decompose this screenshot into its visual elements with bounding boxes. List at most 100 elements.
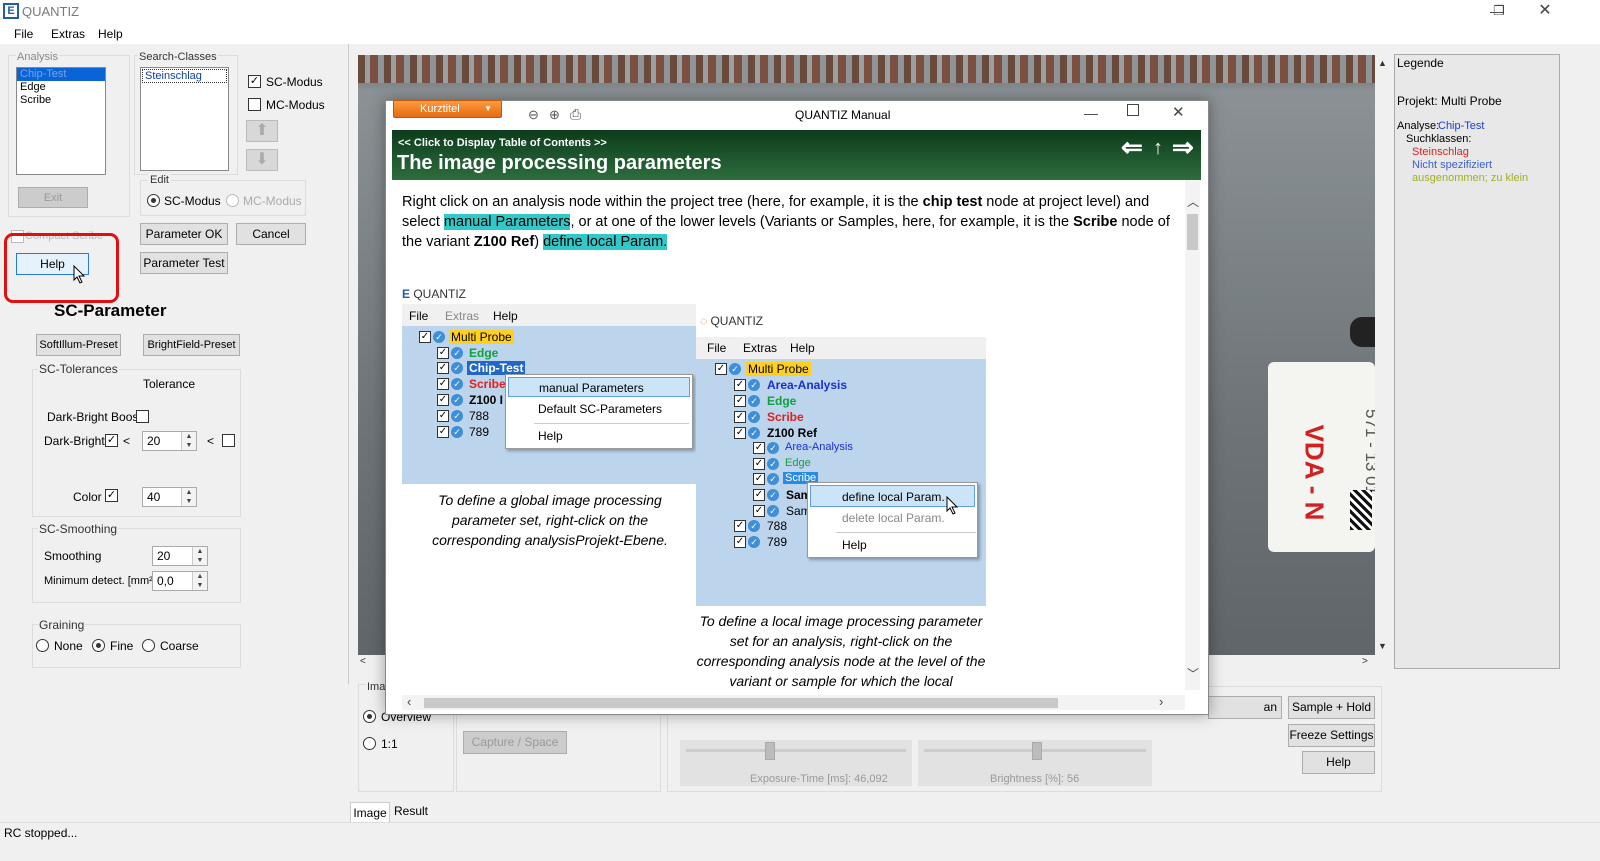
dark-bright-checkbox[interactable]: ✓ [105, 434, 118, 447]
exit-button[interactable]: Exit [18, 187, 88, 208]
scroll-down-icon[interactable]: ▼ [1378, 641, 1387, 651]
analysis-item-edge[interactable]: Edge [17, 81, 105, 94]
mc-modus-label: MC-Modus [266, 98, 325, 112]
edit-sc-radio[interactable] [147, 194, 160, 207]
shot2-caption: To define a local image processing param… [696, 613, 986, 689]
legend-analyse-label: Analyse: [1397, 120, 1440, 132]
brightness-slider-thumb[interactable] [1032, 742, 1042, 760]
manual-vscroll-thumb[interactable] [1187, 214, 1198, 250]
color-spinner[interactable]: 40 [142, 487, 197, 507]
nav-next-icon[interactable]: ⇒ [1172, 134, 1194, 160]
search-classes-list[interactable]: Steinschlag [140, 67, 229, 171]
move-down-button[interactable]: ⬇ [246, 149, 278, 171]
shot1-app-icon: E [402, 287, 414, 301]
shot2-tree-status-icon: ✓ [767, 505, 779, 517]
move-up-button[interactable]: ⬆ [246, 120, 278, 142]
manual-minimize-icon[interactable]: — [1084, 105, 1098, 121]
one-to-one-radio[interactable] [363, 737, 376, 750]
manual-hscroll-thumb[interactable] [424, 698, 1058, 708]
window-titlebar [0, 0, 1600, 22]
manual-maximize-icon[interactable] [1127, 104, 1139, 116]
manual-scroll-up-icon[interactable]: ︿ [1187, 193, 1199, 210]
shot2-tree-status-icon: ✓ [748, 427, 760, 439]
graining-coarse-radio[interactable] [142, 639, 155, 652]
shot1-tree-status-icon: ✓ [433, 331, 445, 343]
shot1-tree-checkbox: ✓ [437, 426, 449, 438]
back-icon[interactable]: ⊖ [528, 107, 539, 123]
graining-none-radio[interactable] [36, 639, 49, 652]
shot2-tree-checkbox: ✓ [753, 489, 765, 501]
menu-extras[interactable]: Extras [51, 27, 85, 41]
forward-icon[interactable]: ⊕ [549, 107, 560, 123]
mc-modus-checkbox[interactable] [248, 98, 261, 111]
graining-fine-radio[interactable] [92, 639, 105, 652]
brightfield-preset-button[interactable]: BrightField-Preset [143, 334, 240, 356]
analysis-item-chip-test[interactable]: Chip-Test [17, 68, 105, 81]
dark-bright-lt-label: < [123, 434, 131, 448]
sample-hold-button[interactable]: Sample + Hold [1288, 696, 1375, 719]
overview-radio[interactable] [363, 710, 376, 723]
sample-label-code: VDA - N [1299, 424, 1330, 521]
arrow-down-icon: ⬇ [255, 151, 269, 168]
menu-help[interactable]: Help [98, 27, 123, 41]
shot2-tree-status-icon: ✓ [748, 536, 760, 548]
manual-scroll-left-icon[interactable]: ‹ [407, 694, 411, 709]
shot2-node-edge: Edge [767, 394, 797, 408]
softillum-preset-button[interactable]: SoftIllum-Preset [36, 334, 121, 356]
capture-button[interactable]: Capture / Space [463, 731, 567, 754]
legend-title: Legende [1397, 56, 1444, 70]
smoothing-label: Smoothing [44, 549, 102, 563]
exposure-slider-thumb[interactable] [765, 742, 775, 760]
manual-scroll-right-icon[interactable]: › [1159, 694, 1163, 709]
smoothing-spinner[interactable]: 20 [152, 546, 208, 566]
restore-button[interactable]: ❐ [1476, 0, 1522, 22]
dark-bright-label: Dark-Bright [44, 434, 105, 448]
menu-file[interactable]: File [14, 27, 33, 41]
edit-mc-radio[interactable] [226, 194, 239, 207]
qr-code-icon [1350, 490, 1372, 530]
edit-mc-label: MC-Modus [243, 194, 302, 208]
cancel-button[interactable]: Cancel [236, 223, 306, 245]
scroll-right-icon[interactable]: > [1362, 656, 1368, 667]
search-class-item[interactable]: Steinschlag [142, 69, 227, 83]
sc-tolerances-label: SC-Tolerances [38, 362, 119, 376]
tab-image[interactable]: Image [350, 802, 390, 822]
image-vscrollbar[interactable] [1375, 55, 1389, 655]
color-checkbox[interactable]: ✓ [105, 489, 118, 502]
min-detect-spinner[interactable]: 0,0 [152, 571, 208, 591]
manual-close-icon[interactable]: ✕ [1172, 103, 1185, 121]
sc-modus-checkbox[interactable]: ✓ [248, 75, 261, 88]
analysis-item-scribe[interactable]: Scribe [17, 94, 105, 107]
toc-link[interactable]: << Click to Display Table of Contents >> [398, 137, 607, 149]
shot1-app-title: E QUANTIZ [402, 287, 466, 301]
illumination-button[interactable]: an Illumination [1208, 696, 1282, 719]
nav-up-icon[interactable]: ↑ [1153, 137, 1163, 159]
scroll-left-icon[interactable]: < [360, 656, 366, 667]
tab-result[interactable]: Result [392, 803, 430, 821]
manual-scroll-down-icon[interactable]: ﹀ [1187, 665, 1199, 682]
analysis-list[interactable]: Chip-Test Edge Scribe [16, 67, 106, 175]
shot2-tree-status-icon: ✓ [748, 411, 760, 423]
shot1-node-multi-probe: Multi Probe [449, 330, 514, 344]
shot2-menu-file: File [707, 341, 727, 355]
dark-bright-upper-checkbox[interactable] [222, 434, 235, 447]
kurztitel-dropdown[interactable]: Kurztitel ▼ [393, 100, 502, 118]
close-button[interactable]: ✕ [1522, 0, 1568, 22]
freeze-settings-button[interactable]: Freeze Settings [1288, 724, 1375, 747]
scroll-up-icon[interactable]: ▲ [1378, 58, 1387, 68]
manual-paragraph: Right click on an analysis node within t… [402, 192, 1182, 252]
parameter-test-button[interactable]: Parameter Test [140, 252, 228, 274]
shot1-tree-checkbox: ✓ [419, 331, 431, 343]
shot1-tree-status-icon: ✓ [451, 347, 463, 359]
para-link-manual-parameters[interactable]: manual Parameters [443, 214, 571, 230]
sc-modus-label: SC-Modus [266, 75, 323, 89]
manual-vscrollbar[interactable] [1185, 180, 1200, 690]
shot2-node-z100-ref: Z100 Ref [767, 426, 818, 440]
parameter-ok-button[interactable]: Parameter OK [140, 223, 228, 245]
bottom-help-button[interactable]: Help [1302, 751, 1375, 774]
nav-prev-icon[interactable]: ⇐ [1121, 134, 1143, 160]
para-link-define-local-param[interactable]: define local Param. [543, 234, 668, 250]
print-icon[interactable]: ⎙ [570, 106, 581, 123]
dark-bright-boost-checkbox[interactable] [136, 410, 149, 423]
dark-bright-spinner[interactable]: 20 [142, 431, 197, 451]
